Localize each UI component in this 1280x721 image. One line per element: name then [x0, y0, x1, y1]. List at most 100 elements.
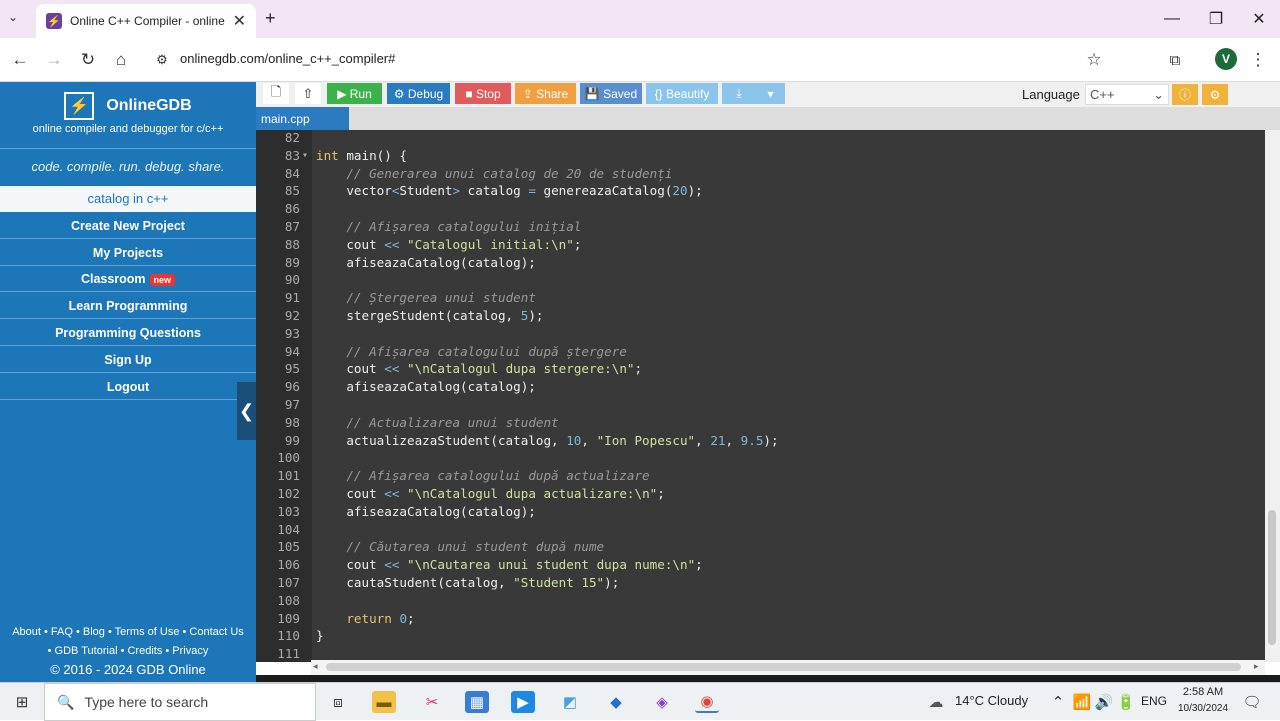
back-icon[interactable]: ← [8, 48, 32, 72]
stop-button[interactable]: ■ Stop [455, 83, 511, 104]
clock-date[interactable]: 10/30/2024 [1174, 703, 1232, 714]
reload-icon[interactable]: ↻ [76, 48, 100, 72]
code-line[interactable]: cout << "\nCatalogul dupa actualizare:\n… [316, 486, 665, 501]
notifications-icon[interactable]: 🗨 [1240, 691, 1264, 713]
close-window-button[interactable]: ✕ [1245, 6, 1273, 32]
clock-time[interactable]: 2:58 AM [1174, 686, 1232, 698]
code-line[interactable]: int main() { [316, 148, 407, 163]
code-line[interactable]: } [316, 628, 324, 643]
debug-button[interactable]: ⚙ Debug [387, 83, 450, 104]
settings-gear-icon[interactable]: ⚙ [1202, 84, 1228, 105]
code-line[interactable]: stergeStudent(catalog, 5); [316, 308, 543, 323]
code-line[interactable]: afiseazaCatalog(catalog); [316, 255, 536, 270]
calculator-icon[interactable]: ▦ [465, 691, 489, 713]
code-line[interactable]: // Afișarea catalogului după actualizare [316, 468, 649, 483]
collapse-sidebar-chevron-icon[interactable]: ❮ [237, 382, 256, 440]
browser-tab[interactable]: ⚡ Online C++ Compiler - online ✕ [36, 4, 256, 38]
info-icon[interactable]: ⓘ [1172, 84, 1198, 105]
minimize-button[interactable]: — [1158, 6, 1186, 32]
line-number: 99 [284, 432, 300, 448]
logo[interactable]: ⚡ OnlineGDB [0, 90, 256, 122]
volume-icon[interactable]: 🔊 [1092, 691, 1116, 713]
sidebar-item-classroom[interactable]: Classroom new [0, 266, 256, 292]
scroll-right-icon[interactable]: ▸ [1254, 661, 1259, 672]
new-file-icon[interactable]: 🗋 [263, 83, 289, 104]
vertical-scroll-thumb[interactable] [1268, 510, 1276, 645]
snipping-tool-icon[interactable]: ✂ [420, 691, 444, 713]
input-language[interactable]: ENG [1141, 694, 1167, 708]
site-info-icon[interactable]: ⚙ [150, 48, 174, 72]
extensions-icon[interactable]: ⧉ [1163, 48, 1187, 72]
vscode-icon[interactable]: ◆ [604, 691, 628, 713]
upload-icon[interactable]: ⇧ [295, 83, 321, 104]
chrome-icon[interactable]: ◉ [695, 691, 719, 713]
forward-icon[interactable]: → [42, 48, 66, 72]
download-button[interactable]: ⤓ [722, 83, 756, 104]
battery-icon[interactable]: 🔋 [1114, 691, 1138, 713]
browser-menu-icon[interactable]: ⋮ [1246, 48, 1270, 72]
code-line[interactable]: afiseazaCatalog(catalog); [316, 504, 536, 519]
line-number: 109 [277, 610, 300, 626]
code-line[interactable]: cout << "Catalogul initial:\n"; [316, 237, 581, 252]
saved-button[interactable]: 💾 Saved [580, 83, 642, 104]
task-view-icon[interactable]: ⧈ [326, 691, 350, 713]
tab-list-icon[interactable]: ⌄ [8, 10, 18, 24]
code-line[interactable]: actualizeazaStudent(catalog, 10, "Ion Po… [316, 433, 778, 448]
line-number: 91 [284, 290, 300, 306]
sidebar-item-learn-programming[interactable]: Learn Programming [0, 293, 256, 319]
line-number: 92 [284, 308, 300, 323]
sidebar-item-programming-questions[interactable]: Programming Questions [0, 320, 256, 346]
code-editor[interactable]: 82 83 ▾ int main() {84 // Generarea unui ca… [256, 130, 1265, 662]
line-number: 100 [277, 450, 300, 466]
footer-links[interactable]: About • FAQ • Blog • Terms of Use • Cont… [0, 626, 256, 638]
tab-close-icon[interactable]: ✕ [233, 11, 246, 31]
download-options-chevron-icon[interactable]: ▾ [756, 83, 785, 104]
code-line[interactable]: cout << "\nCatalogul dupa stergere:\n"; [316, 361, 642, 376]
paint-icon[interactable]: ◩ [558, 691, 582, 713]
run-button[interactable]: ▶ Run [327, 83, 382, 104]
code-line[interactable]: vector<Student> catalog = genereazaCatal… [316, 183, 702, 198]
sidebar-item-logout[interactable]: Logout [0, 374, 256, 400]
file-explorer-icon[interactable]: ▬ [372, 691, 396, 713]
current-project[interactable]: catalog in c++ [0, 186, 256, 212]
code-line[interactable]: afiseazaCatalog(catalog); [316, 379, 536, 394]
line-number: 83 [284, 147, 300, 163]
sidebar-item-my-projects[interactable]: My Projects [0, 240, 256, 266]
profile-avatar[interactable]: V [1215, 48, 1237, 70]
maximize-button[interactable]: ❐ [1202, 6, 1230, 32]
file-tab-main-cpp[interactable]: main.cpp [256, 107, 349, 130]
media-player-icon[interactable]: ▶ [511, 691, 535, 713]
line-number: 87 [284, 219, 300, 234]
sidebar-item-create-new-project[interactable]: Create New Project [0, 213, 256, 239]
footer-links-2[interactable]: • GDB Tutorial • Credits • Privacy [0, 645, 256, 657]
code-line[interactable]: // Afișarea catalogului inițial [316, 219, 581, 234]
code-line[interactable]: // Căutarea unui student după nume [316, 539, 604, 554]
code-line[interactable]: // Afișarea catalogului după ștergere [316, 344, 627, 359]
weather-text[interactable]: 14°C Cloudy [955, 693, 1028, 708]
code-line[interactable]: return 0; [316, 611, 414, 626]
weather-icon[interactable]: ☁ [924, 691, 948, 713]
url-field[interactable]: onlinegdb.com/online_c++_compiler# [180, 51, 395, 66]
search-placeholder: Type here to search [84, 694, 209, 710]
new-tab-button[interactable]: + [265, 8, 276, 29]
network-icon[interactable]: 📶 [1070, 691, 1094, 713]
scroll-left-icon[interactable]: ◂ [313, 661, 318, 672]
share-button[interactable]: ⇪ Share [515, 83, 576, 104]
line-number: 106 [277, 557, 300, 573]
language-select[interactable]: C++ ⌄ [1085, 84, 1169, 105]
code-line[interactable]: // Actualizarea unui student [316, 415, 558, 430]
bookmark-star-icon[interactable]: ☆ [1082, 48, 1106, 72]
tray-chevron-up-icon[interactable]: ⌃ [1046, 691, 1070, 713]
windows-start-icon[interactable]: ⊞ [10, 691, 34, 713]
fold-chevron-icon[interactable]: ▾ [302, 150, 308, 161]
sidebar-item-sign-up[interactable]: Sign Up [0, 347, 256, 373]
code-line[interactable]: // Ștergerea unui student [316, 290, 536, 305]
taskbar-search[interactable]: 🔍 Type here to search [44, 683, 316, 721]
code-line[interactable]: // Generarea unui catalog de 20 de stude… [316, 166, 672, 181]
code-line[interactable]: cautaStudent(catalog, "Student 15"); [316, 575, 619, 590]
horizontal-scroll-thumb[interactable] [326, 663, 1241, 671]
home-icon[interactable]: ⌂ [109, 48, 133, 72]
beautify-button[interactable]: {} Beautify [646, 83, 718, 104]
code-line[interactable]: cout << "\nCautarea unui student dupa nu… [316, 557, 702, 572]
visual-studio-icon[interactable]: ◈ [650, 691, 674, 713]
